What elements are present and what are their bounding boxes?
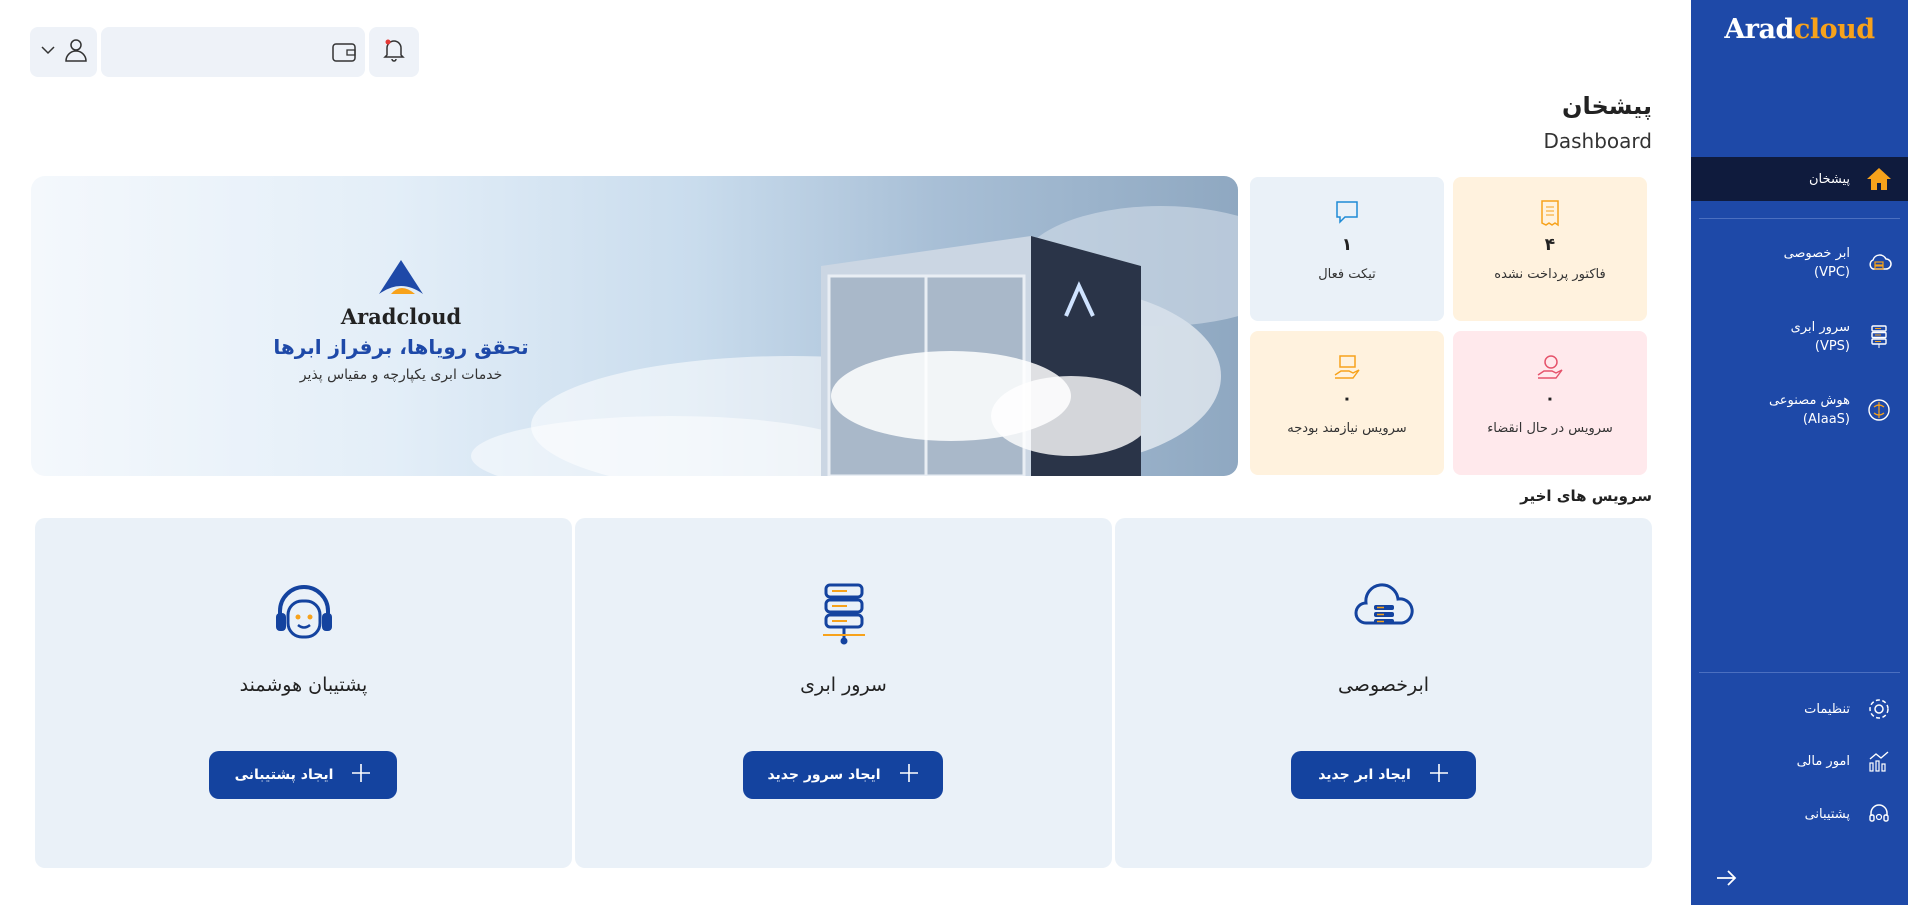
- user-menu[interactable]: [30, 27, 97, 77]
- ai-brain-icon: [1864, 395, 1894, 425]
- sidebar-item-sublabel: (VPS): [1814, 339, 1850, 354]
- logo-part-1: Arad: [1724, 14, 1794, 45]
- page-subtitle: Dashboard: [1543, 129, 1652, 153]
- sidebar-item-label: امور مالی: [1796, 753, 1850, 769]
- stat-active-tickets[interactable]: ۱ تیکت فعال: [1250, 177, 1444, 321]
- sidebar-item-finance[interactable]: امور مالی: [1691, 746, 1908, 776]
- gear-icon: [1864, 694, 1894, 724]
- create-server-button[interactable]: ایجاد سرور جدید: [743, 751, 943, 799]
- wallet-icon: [331, 39, 357, 69]
- wallet-balance[interactable]: [101, 27, 365, 77]
- sidebar-divider: [1699, 218, 1900, 219]
- stat-label: فاکتور پرداخت نشده: [1494, 267, 1606, 282]
- bell-icon: [382, 37, 406, 67]
- stat-expiring-services[interactable]: ۰ سرویس در حال انقضاء: [1453, 331, 1647, 475]
- button-label: ایجاد سرور جدید: [767, 767, 881, 783]
- sidebar-item-label: پشتیبانی: [1804, 806, 1850, 822]
- create-support-button[interactable]: ایجاد پشتیبانی: [209, 751, 397, 799]
- sidebar-item-settings[interactable]: تنظیمات: [1691, 694, 1908, 724]
- banner-text: Aradcloud تحقق رویاها، برفراز ابرها خدما…: [261, 256, 541, 383]
- banner-subline: خدمات ابری یکپارچه و مقیاس پذیر: [299, 367, 503, 383]
- stat-value: ۱: [1341, 235, 1353, 255]
- support-headset-icon: [1864, 799, 1894, 829]
- notifications-button[interactable]: [369, 27, 419, 77]
- sidebar-item-dashboard[interactable]: پیشخان: [1691, 157, 1908, 201]
- user-icon: [64, 37, 88, 67]
- finance-chart-icon: [1864, 746, 1894, 776]
- home-icon: [1864, 164, 1894, 194]
- stat-budget-services[interactable]: ۰ سرویس نیازمند بودجه: [1250, 331, 1444, 475]
- service-card-cloud-server: سرور ابری ایجاد سرور جدید: [575, 518, 1112, 868]
- support-headset-icon: [35, 583, 572, 647]
- sidebar-item-vps[interactable]: سرور ابری (VPS): [1691, 318, 1908, 356]
- stat-value: ۰: [1544, 389, 1556, 409]
- sidebar-item-label: هوش مصنوعی: [1768, 393, 1850, 408]
- invoice-icon: [1453, 199, 1647, 227]
- plus-icon: [899, 763, 919, 787]
- sidebar-item-vpc[interactable]: ابر خصوصی (VPC): [1691, 244, 1908, 282]
- budget-box-icon: [1250, 353, 1444, 381]
- plus-icon: [1429, 763, 1449, 787]
- private-cloud-icon: [1115, 583, 1652, 635]
- sidebar-item-label: ابر خصوصی: [1783, 246, 1850, 261]
- stat-label: تیکت فعال: [1318, 267, 1376, 282]
- server-stack-icon: [575, 583, 1112, 647]
- stat-label: سرویس نیازمند بودجه: [1287, 421, 1407, 436]
- service-card-title: ابرخصوصی: [1337, 674, 1430, 696]
- button-label: ایجاد پشتیبانی: [234, 767, 334, 783]
- banner-brand: Aradcloud: [340, 304, 462, 329]
- sidebar-item-label: پیشخان: [1808, 171, 1850, 187]
- page-title: پیشخان: [1561, 92, 1652, 120]
- stat-value: ۴: [1544, 235, 1556, 255]
- expiring-service-icon: [1453, 353, 1647, 381]
- sidebar-item-label: تنظیمات: [1804, 701, 1850, 717]
- promo-banner: Aradcloud تحقق رویاها، برفراز ابرها خدما…: [31, 176, 1238, 476]
- sidebar-item-sublabel: (VPC): [1814, 265, 1850, 280]
- service-card-title: سرور ابری: [800, 674, 887, 696]
- server-icon: [1864, 322, 1894, 352]
- sidebar-divider: [1699, 672, 1900, 673]
- sidebar: Aradcloud پیشخان ابر خصوصی (VPC) سرور ابر…: [1691, 0, 1908, 905]
- banner-logo-icon: [261, 256, 541, 300]
- sidebar-item-aiaas[interactable]: هوش مصنوعی (AIaaS): [1691, 391, 1908, 429]
- stat-value: ۰: [1341, 389, 1353, 409]
- service-card-title: پشتیبان هوشمند: [239, 674, 368, 696]
- collapse-arrow-icon[interactable]: [1711, 863, 1741, 893]
- plus-icon: [351, 763, 371, 787]
- service-card-smart-support: پشتیبان هوشمند ایجاد پشتیبانی: [35, 518, 572, 868]
- recent-services-title: سرویس های اخیر: [1520, 487, 1652, 505]
- stat-label: سرویس در حال انقضاء: [1487, 421, 1613, 436]
- server-rack-illustration: [821, 236, 1141, 476]
- logo-part-2: cloud: [1793, 14, 1875, 45]
- button-label: ایجاد ابر جدید: [1318, 767, 1411, 783]
- chevron-down-icon: [40, 42, 56, 62]
- sidebar-item-label: سرور ابری: [1790, 320, 1850, 335]
- brand-logo[interactable]: Aradcloud: [1691, 14, 1908, 45]
- create-cloud-button[interactable]: ایجاد ابر جدید: [1291, 751, 1476, 799]
- stat-unpaid-invoices[interactable]: ۴ فاکتور پرداخت نشده: [1453, 177, 1647, 321]
- chat-icon: [1250, 199, 1444, 227]
- sidebar-item-support[interactable]: پشتیبانی: [1691, 799, 1908, 829]
- private-cloud-icon: [1864, 248, 1894, 278]
- service-card-private-cloud: ابرخصوصی ایجاد ابر جدید: [1115, 518, 1652, 868]
- banner-headline: تحقق رویاها، برفراز ابرها: [273, 335, 529, 359]
- sidebar-item-sublabel: (AIaaS): [1802, 412, 1850, 427]
